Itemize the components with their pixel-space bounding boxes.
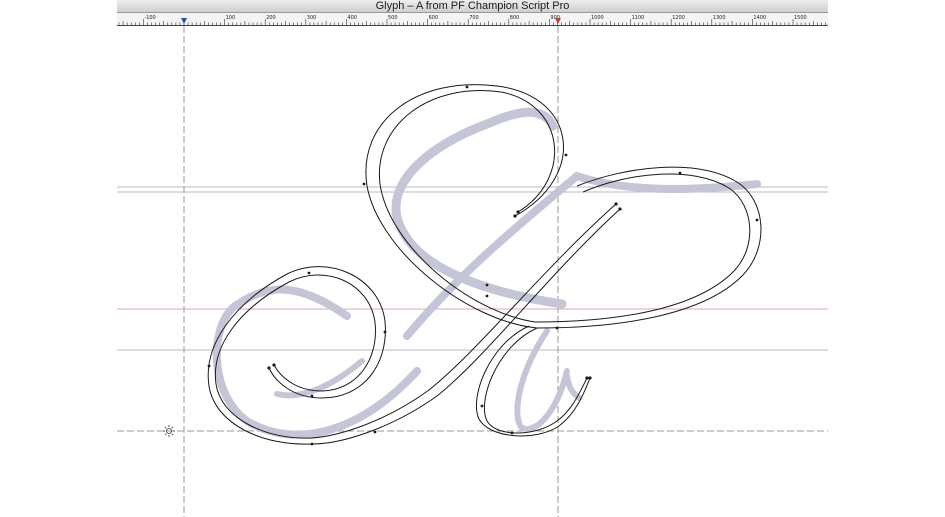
ruler-label: 1300 [713, 15, 726, 21]
ruler-graphics: -100 100 200 300 400 500 600 700 800 900 1000 1100 1… [118, 15, 826, 25]
outline-points[interactable] [207, 85, 759, 446]
ruler-label: 1500 [794, 15, 807, 21]
ruler-label: 1400 [753, 15, 766, 21]
glyph-outline[interactable] [207, 84, 762, 445]
ruler-label: 800 [510, 15, 520, 21]
glyph-window: Glyph – A from PF Champion Script Pro -1… [117, 0, 828, 517]
ruler-label: -100 [144, 15, 155, 21]
ruler-label: 1200 [672, 15, 685, 21]
right-sidebearing-marker-icon[interactable] [555, 18, 561, 24]
title-bar[interactable]: Glyph – A from PF Champion Script Pro [117, 0, 828, 13]
window-title: Glyph – A from PF Champion Script Pro [375, 0, 570, 12]
ruler-label: 100 [226, 15, 236, 21]
ruler-label: 1000 [591, 15, 604, 21]
ruler-label: 400 [347, 15, 357, 21]
ruler-label: 1100 [632, 15, 645, 21]
ruler-label: 600 [429, 15, 439, 21]
horizontal-ruler[interactable]: -100 100 200 300 400 500 600 700 800 900 1000 1100 1… [117, 13, 828, 26]
ruler-label: 700 [469, 15, 479, 21]
ruler-label: 300 [307, 15, 317, 21]
ruler-labels: -100 100 200 300 400 500 600 700 800 900 1000 1100 1… [144, 15, 806, 21]
glyph-canvas[interactable] [117, 26, 828, 517]
left-sidebearing-marker-icon[interactable] [181, 18, 187, 24]
ruler-label: 200 [266, 15, 276, 21]
ruler-label: 500 [388, 15, 398, 21]
